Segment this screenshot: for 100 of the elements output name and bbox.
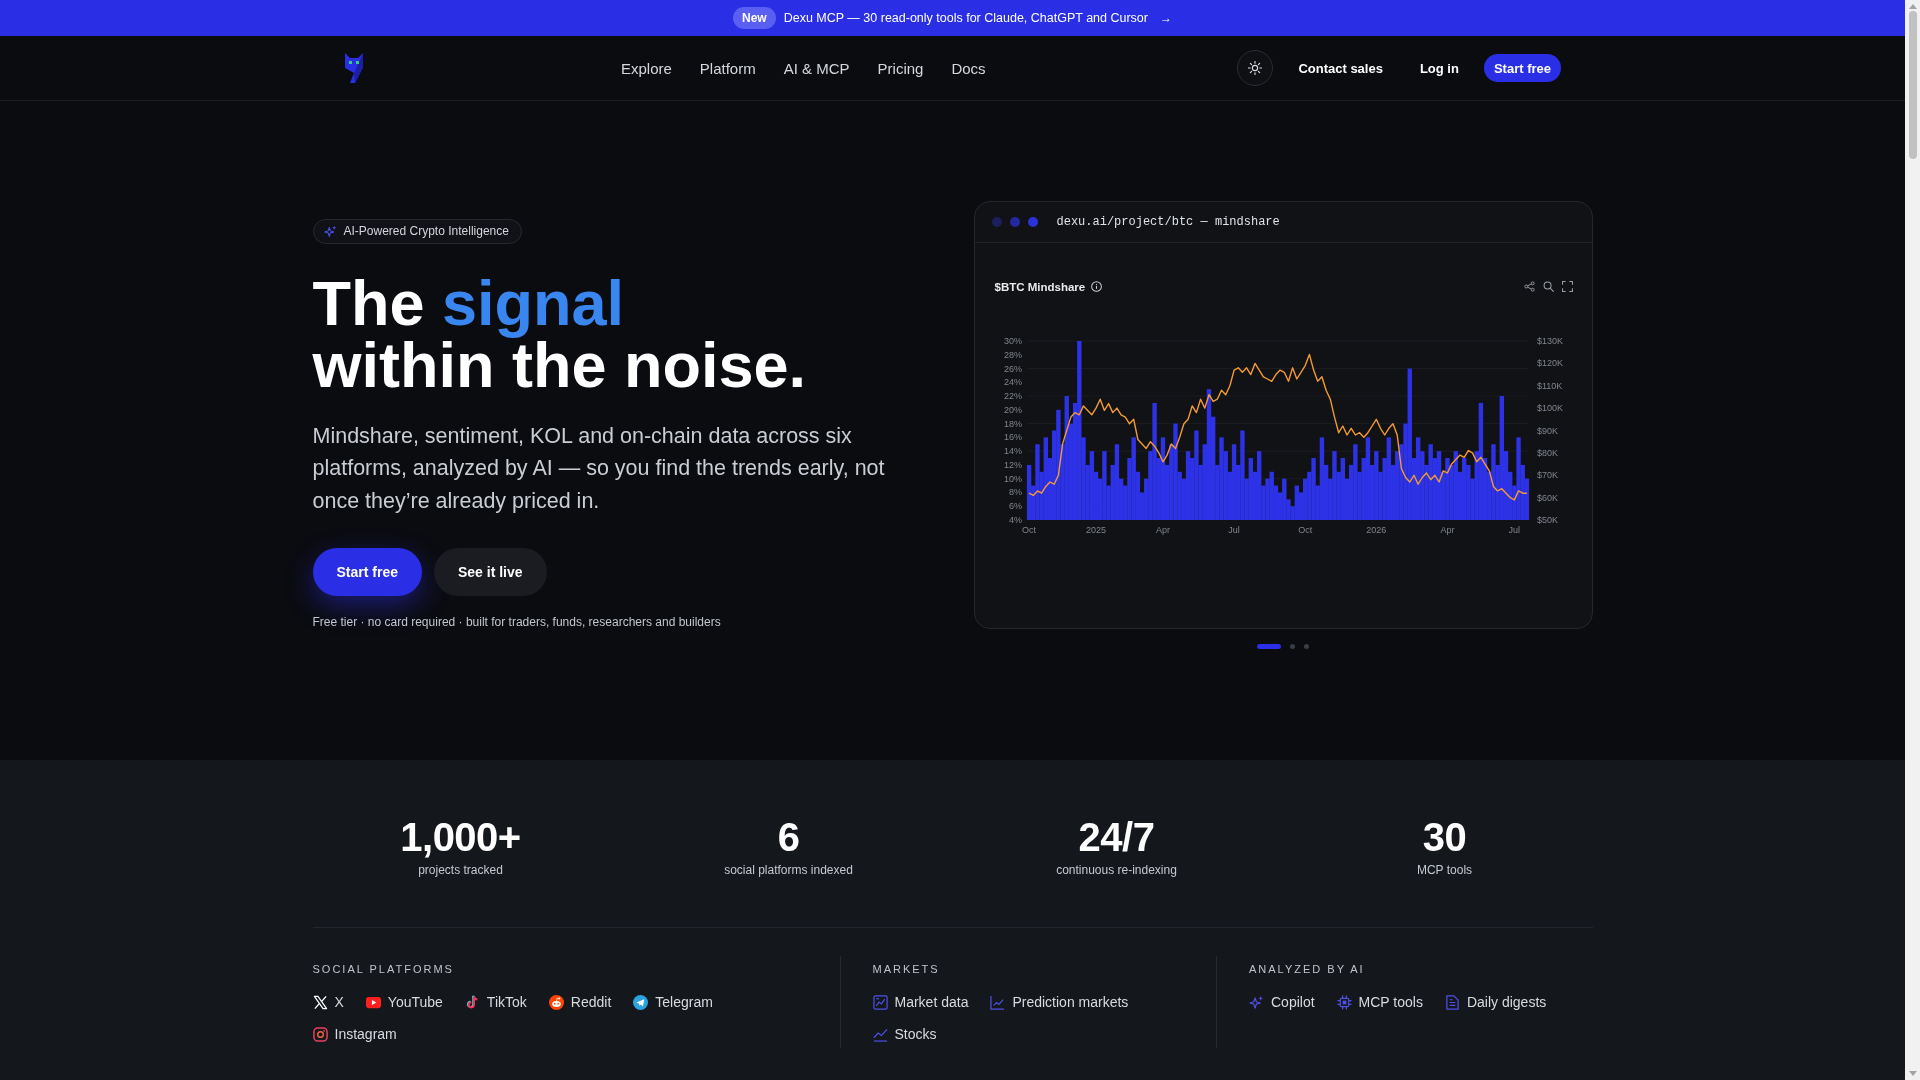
axis-label: 10% [1003,473,1022,484]
axis-label: $80K [1536,447,1558,458]
announcement-link[interactable]: Dexu MCP — 30 read-only tools for Claude, ChatGPT and Cursor [783,11,1148,25]
chart-title: $BTC Mindshare [994,280,1086,293]
axis-label: Jul [1227,524,1240,535]
x-icon [312,994,328,1010]
axis-label: 26% [1003,363,1022,374]
play-button-icon [365,994,381,1010]
log-in-link[interactable]: Log in [1419,60,1459,76]
music-note-icon [464,994,480,1010]
share-icon [1523,281,1535,292]
trend-line-icon [872,1026,888,1042]
category-item-label: TikTok [486,994,527,1010]
chart-frame-icon [872,994,888,1010]
stat-label: continuous re-indexing [1056,862,1177,878]
theme-toggle-button[interactable] [1237,50,1274,86]
category-item-label: Copilot [1271,994,1315,1010]
category-heading: MARKETS [872,962,941,976]
category-item-label: Market data [894,994,969,1010]
axis-label: $50K [1536,514,1558,525]
scrollbar-thumb[interactable] [1908,11,1917,159]
axis-label: $60K [1536,492,1558,503]
axis-label: 20% [1003,404,1022,415]
search-icon [1542,281,1554,292]
axis-label: 16% [1003,431,1022,442]
share-button[interactable] [1523,281,1535,292]
axis-label: $120K [1536,357,1563,368]
category-item-label: YouTube [387,994,443,1010]
axis-label: 4% [1008,514,1022,525]
axis-label: 2026 [1365,524,1386,535]
expand-icon [1561,281,1573,292]
logo-icon[interactable] [344,52,364,84]
hero-heading: The signal within the noise. [312,271,807,396]
axis-label: Apr [1155,524,1170,535]
secondary-button[interactable]: See it live [433,548,547,597]
nav-link[interactable]: Docs [951,59,986,77]
sparkle-icon [323,224,337,238]
carousel-dot[interactable] [1290,643,1295,649]
address-text: dexu.ai/project/btc — mindshare [1056,214,1280,229]
axis-label: Oct [1297,524,1312,535]
stat-label: projects tracked [418,862,503,878]
axis-label: 8% [1008,486,1022,497]
stat-value: 30 [1422,815,1467,859]
info-icon[interactable] [1091,281,1103,292]
alien-face-icon [548,994,564,1010]
nav-link[interactable]: AI & MCP [783,59,850,77]
start-free-button[interactable]: Start free [1483,54,1561,82]
carousel-dot[interactable] [1304,643,1309,649]
caret-up-icon[interactable] [1908,4,1917,9]
category-item-label: Reddit [570,994,612,1010]
category-item-label: MCP tools [1358,994,1423,1010]
badge-text: AI-Powered Crypto Intelligence [343,224,509,239]
stat-value: 6 [777,815,800,859]
stat-label: MCP tools [1416,862,1473,878]
sparkle-icon [1249,994,1264,1010]
hero-description: Mindshare, sentiment, KOL and on-chain data across six platforms, analyzed by AI — so you find the trends early, not once they’re already priced in. [312,422,886,515]
caret-down-icon[interactable] [1908,1071,1917,1076]
line-chart-icon [990,994,1006,1010]
arrow-icon: → [1160,11,1172,25]
category-item-label: X [334,994,344,1010]
fullscreen-button[interactable] [1561,281,1573,292]
contact-sales-link[interactable]: Contact sales [1298,60,1383,76]
window-dots-icon [991,216,1038,227]
category-item-label: Daily digests [1466,994,1547,1010]
category-heading: ANALYZED BY AI [1249,962,1366,976]
sun-icon [1248,61,1263,75]
axis-label: 6% [1008,500,1022,511]
category-item-label: Stocks [894,1026,937,1042]
axis-label: 14% [1003,445,1022,456]
axis-label: 2025 [1085,524,1106,535]
axis-label: 28% [1003,349,1022,360]
nav-link[interactable]: Explore [621,59,672,77]
category-item-label: Telegram [655,994,713,1010]
primary-button[interactable]: Start free [312,548,422,597]
stat-value: 24/7 [1078,815,1155,859]
axis-label: $130K [1536,335,1563,346]
camera-icon [312,1026,328,1042]
axis-label: 12% [1003,459,1022,470]
axis-label: 22% [1003,390,1022,401]
axis-label: $90K [1536,425,1558,435]
stat-label: social platforms indexed [724,862,853,878]
stat-value: 1,000+ [400,815,521,859]
document-icon [1444,994,1460,1010]
axis-label: Jul [1508,524,1520,535]
nav-link[interactable]: Pricing [877,59,924,77]
axis-label: Oct [1021,524,1036,535]
axis-label: $100K [1536,402,1563,413]
axis-label: 18% [1003,418,1022,429]
zoom-button[interactable] [1542,281,1554,292]
scrollbar[interactable] [1905,0,1920,1080]
category-heading: SOCIAL PLATFORMS [312,962,455,976]
line-series [1027,353,1528,501]
axis-label: 30% [1003,335,1022,346]
chip-icon [1336,994,1352,1010]
category-item-label: Instagram [334,1026,397,1042]
axis-label: $70K [1536,469,1558,480]
nav-link[interactable]: Platform [699,59,756,77]
axis-label: $110K [1536,380,1562,391]
axis-label: Apr [1439,524,1454,535]
category-item-label: Prediction markets [1012,994,1129,1010]
